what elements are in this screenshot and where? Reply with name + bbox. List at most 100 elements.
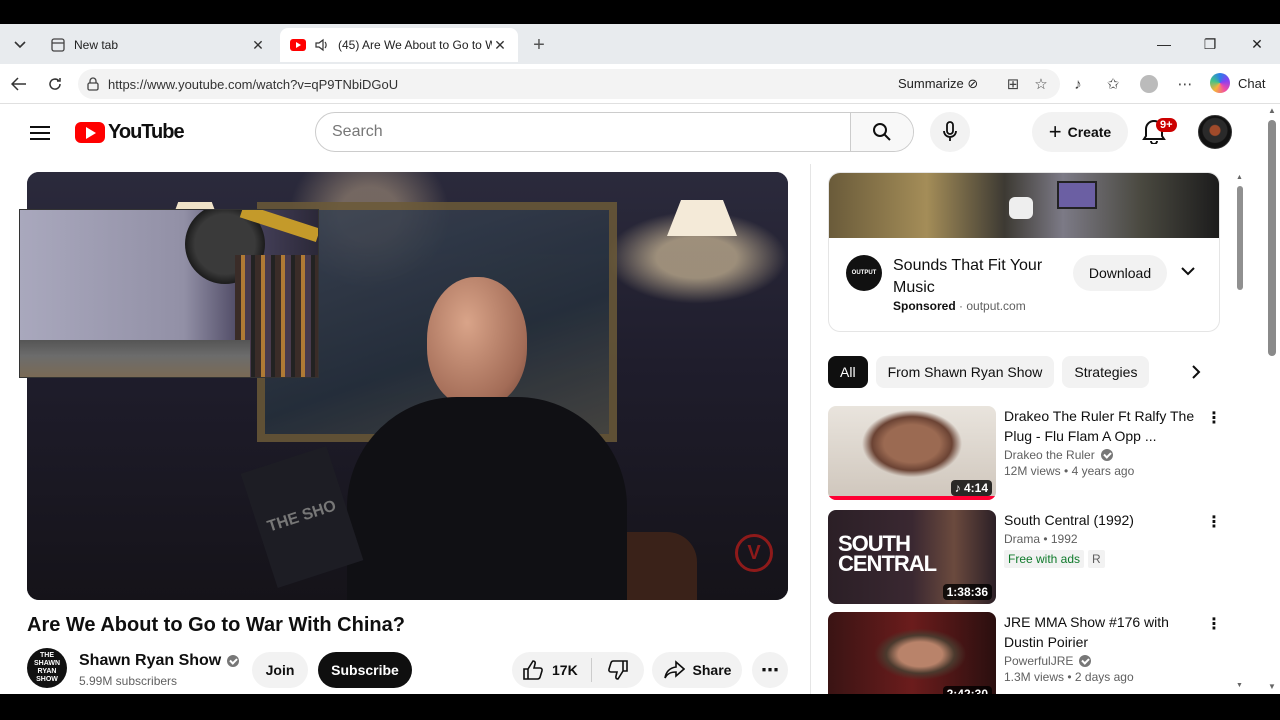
share-button[interactable]: Share bbox=[652, 652, 742, 688]
close-window-button[interactable]: ✕ bbox=[1234, 24, 1280, 64]
favorites-icon[interactable]: ✩ bbox=[1103, 74, 1123, 94]
scroll-up-arrow-icon[interactable]: ▲ bbox=[1236, 174, 1243, 181]
app-available-icon[interactable]: ⊞ bbox=[1003, 74, 1023, 94]
arrow-left-icon bbox=[11, 77, 26, 91]
create-label: Create bbox=[1067, 124, 1112, 140]
sponsored-label: Sponsored bbox=[893, 299, 956, 313]
search-icon bbox=[873, 123, 891, 141]
webcam-overlay bbox=[19, 209, 319, 378]
page-scrollbar[interactable]: ▲ ▼ bbox=[1264, 104, 1280, 694]
recommended-channel[interactable]: PowerfulJRE bbox=[1004, 654, 1200, 668]
recommended-video[interactable]: ♪ 4:14 Drakeo The Ruler Ft Ralfy The Plu… bbox=[828, 406, 1222, 500]
chevron-right-icon bbox=[1191, 365, 1200, 379]
video-thumbnail[interactable]: 2:42:30 bbox=[828, 612, 996, 694]
search-input[interactable] bbox=[316, 113, 850, 151]
video-options-icon[interactable]: ⋮ bbox=[1206, 408, 1222, 428]
youtube-page: YouTube + Create 9+ THE SHO V Are We Abou… bbox=[0, 104, 1264, 694]
channel-avatar[interactable]: THE SHAWN RYAN SHOW bbox=[27, 648, 67, 688]
browser-toolbar: https://www.youtube.com/watch?v=qP9TNbiD… bbox=[0, 64, 1280, 104]
ad-download-button[interactable]: Download bbox=[1073, 255, 1167, 291]
tab-audio-playing-icon[interactable] bbox=[314, 37, 330, 53]
refresh-button[interactable] bbox=[42, 72, 68, 96]
chip-all[interactable]: All bbox=[828, 356, 868, 388]
new-tab-page-icon bbox=[50, 37, 66, 53]
ad-headline[interactable]: Sounds That Fit Your Music bbox=[893, 255, 1063, 299]
youtube-favicon-icon bbox=[290, 37, 306, 53]
tab-actions-menu-button[interactable] bbox=[6, 32, 34, 58]
minimize-window-button[interactable]: — bbox=[1141, 24, 1187, 64]
copilot-icon bbox=[1210, 73, 1230, 93]
recommended-video[interactable]: SOUTH CENTRAL 1:38:36 South Central (199… bbox=[828, 510, 1222, 604]
thumbnail-title-text: SOUTH CENTRAL bbox=[838, 531, 937, 576]
channel-name[interactable]: Shawn Ryan Show bbox=[79, 652, 240, 670]
video-duration: 1:38:36 bbox=[942, 584, 992, 600]
video-thumbnail[interactable]: SOUTH CENTRAL 1:38:36 bbox=[828, 510, 996, 604]
back-button[interactable] bbox=[6, 72, 32, 96]
scroll-down-arrow-icon[interactable]: ▼ bbox=[1268, 682, 1276, 691]
ad-banner-image[interactable] bbox=[829, 173, 1219, 238]
youtube-play-icon bbox=[75, 122, 105, 143]
site-info-icon[interactable] bbox=[78, 77, 108, 91]
microphone-icon bbox=[943, 121, 957, 141]
chevron-down-icon bbox=[14, 41, 26, 49]
profile-icon[interactable] bbox=[1139, 74, 1159, 94]
thumbs-down-icon bbox=[608, 660, 628, 680]
chips-next-button[interactable] bbox=[1180, 356, 1212, 388]
search-button[interactable] bbox=[850, 113, 913, 151]
extensions-icon[interactable]: ♪ bbox=[1068, 74, 1088, 94]
video-options-icon[interactable]: ⋮ bbox=[1206, 614, 1222, 634]
chip-strategies[interactable]: Strategies bbox=[1062, 356, 1150, 388]
recommended-title[interactable]: JRE MMA Show #176 with Dustin Poirier bbox=[1004, 612, 1200, 652]
refresh-icon bbox=[49, 78, 61, 90]
watch-progress-bar bbox=[828, 496, 996, 500]
close-tab-icon[interactable]: ✕ bbox=[250, 37, 266, 53]
scroll-thumb[interactable] bbox=[1237, 186, 1243, 290]
video-options-icon[interactable]: ⋮ bbox=[1206, 512, 1222, 532]
recommended-title[interactable]: South Central (1992) bbox=[1004, 510, 1200, 530]
scroll-down-arrow-icon[interactable]: ▼ bbox=[1236, 682, 1243, 689]
filter-chips: All From Shawn Ryan Show Strategies bbox=[828, 356, 1157, 388]
new-tab-button[interactable]: + bbox=[528, 34, 550, 56]
video-duration: 2:42:30 bbox=[942, 686, 992, 694]
recommended-title[interactable]: Drakeo The Ruler Ft Ralfy The Plug - Flu… bbox=[1004, 406, 1200, 446]
chip-from-channel[interactable]: From Shawn Ryan Show bbox=[875, 356, 1055, 388]
scroll-thumb[interactable] bbox=[1268, 120, 1276, 356]
scroll-up-arrow-icon[interactable]: ▲ bbox=[1268, 106, 1276, 115]
voice-search-button[interactable] bbox=[930, 112, 970, 152]
sponsored-ad-card[interactable]: OUTPUT Sounds That Fit Your Music Sponso… bbox=[828, 172, 1220, 332]
rating-badge: R bbox=[1088, 550, 1105, 568]
channel-watermark[interactable]: V bbox=[735, 534, 773, 572]
tab-title: (45) Are We About to Go to War With Chin… bbox=[338, 38, 492, 52]
account-avatar[interactable] bbox=[1198, 115, 1232, 149]
recommended-channel[interactable]: Drakeo the Ruler bbox=[1004, 448, 1200, 462]
video-duration: ♪ 4:14 bbox=[950, 480, 992, 496]
favorite-star-icon[interactable]: ☆ bbox=[1031, 74, 1051, 94]
close-tab-icon[interactable]: ✕ bbox=[492, 37, 508, 53]
more-actions-button[interactable]: ⋯ bbox=[752, 652, 788, 688]
ad-expand-chevron-icon[interactable] bbox=[1181, 263, 1195, 279]
screen-top-bar bbox=[0, 0, 1280, 24]
video-thumbnail[interactable]: ♪ 4:14 bbox=[828, 406, 996, 500]
sidebar-scrollbar[interactable]: ▲ ▼ bbox=[1236, 174, 1244, 694]
like-button[interactable]: 17K bbox=[512, 658, 592, 682]
subscribe-button[interactable]: Subscribe bbox=[318, 652, 412, 688]
recommended-video[interactable]: 2:42:30 JRE MMA Show #176 with Dustin Po… bbox=[828, 612, 1222, 694]
tab-new-tab[interactable]: New tab ✕ bbox=[40, 28, 276, 62]
tab-youtube-video[interactable]: (45) Are We About to Go to War With Chin… bbox=[280, 28, 518, 62]
plus-icon: + bbox=[1048, 119, 1062, 144]
join-button[interactable]: Join bbox=[252, 652, 308, 688]
create-button[interactable]: + Create bbox=[1032, 112, 1128, 152]
youtube-wordmark: YouTube bbox=[108, 121, 185, 143]
settings-more-icon[interactable]: ⋯ bbox=[1175, 74, 1195, 94]
copilot-chat-button[interactable]: Chat bbox=[1210, 73, 1265, 93]
speaker-figure: THE SHO bbox=[240, 277, 627, 600]
youtube-logo[interactable]: YouTube bbox=[75, 121, 185, 144]
summarize-button[interactable]: Summarize ⊘ bbox=[898, 76, 978, 92]
verified-badge-icon bbox=[1100, 449, 1113, 461]
advertiser-logo[interactable]: OUTPUT bbox=[846, 255, 882, 291]
dislike-button[interactable] bbox=[592, 659, 644, 681]
restore-window-button[interactable]: ❐ bbox=[1187, 24, 1233, 64]
video-title: Are We About to Go to War With China? bbox=[27, 614, 405, 636]
search-box bbox=[315, 112, 914, 152]
guide-menu-button[interactable] bbox=[28, 122, 52, 146]
